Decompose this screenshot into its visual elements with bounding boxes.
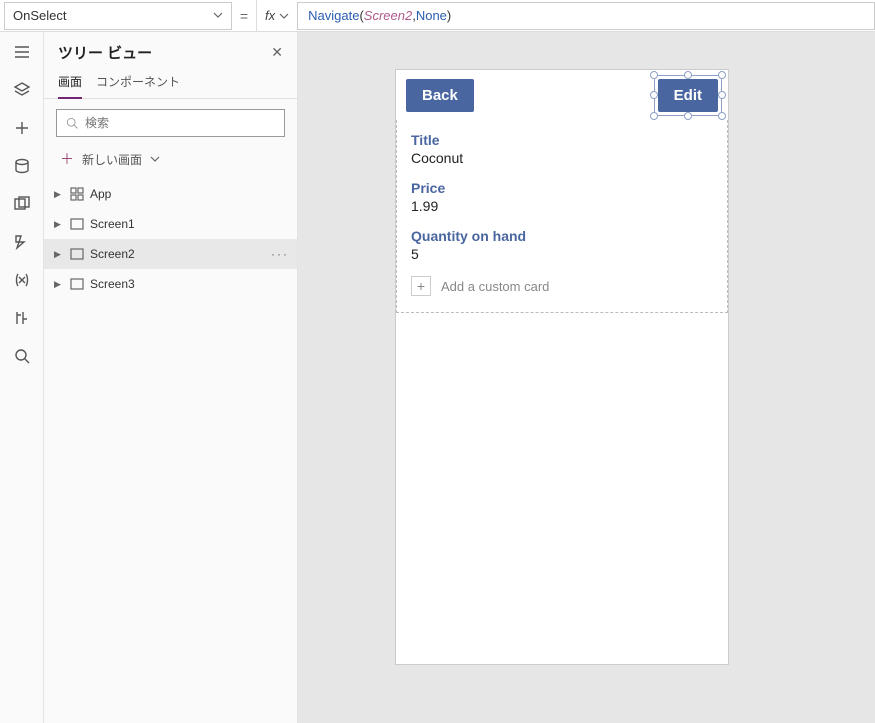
app-icon — [70, 187, 84, 201]
tree-tabs: 画面 コンポーネント — [44, 67, 297, 99]
card-label: Title — [411, 132, 713, 148]
edit-button-selected[interactable]: Edit — [658, 79, 718, 112]
tree-item-screen1[interactable]: ▶ Screen1 — [44, 209, 297, 239]
tree-item-screen3[interactable]: ▶ Screen3 — [44, 269, 297, 299]
hamburger-icon[interactable] — [12, 42, 32, 62]
more-icon[interactable]: ··· — [271, 247, 289, 261]
property-dropdown[interactable]: OnSelect — [4, 2, 232, 30]
search-icon[interactable] — [12, 346, 32, 366]
card-label: Price — [411, 180, 713, 196]
resize-handle[interactable] — [718, 71, 726, 79]
property-name: OnSelect — [13, 8, 66, 23]
fx-label: fx — [265, 8, 275, 23]
tree-item-label: App — [90, 187, 111, 201]
data-icon[interactable] — [12, 156, 32, 176]
close-icon[interactable]: ✕ — [271, 44, 283, 61]
resize-handle[interactable] — [684, 112, 692, 120]
screen-icon — [70, 277, 84, 291]
app-topbar: Back Edit — [396, 70, 728, 120]
chevron-right-icon: ▶ — [54, 219, 64, 230]
left-rail — [0, 32, 44, 723]
variable-icon[interactable] — [12, 270, 32, 290]
formula-fn: Navigate — [308, 8, 359, 23]
card-value: Coconut — [411, 150, 713, 166]
chevron-down-icon — [279, 11, 289, 21]
fx-button[interactable]: fx — [256, 0, 297, 31]
tab-components[interactable]: コンポーネント — [96, 67, 180, 98]
search-input[interactable] — [85, 116, 276, 130]
media-icon[interactable] — [12, 194, 32, 214]
resize-handle[interactable] — [650, 91, 658, 99]
tree-item-label: Screen1 — [90, 217, 135, 231]
tab-screens[interactable]: 画面 — [58, 67, 82, 98]
tree-item-screen2[interactable]: ▶ Screen2 ··· — [44, 239, 297, 269]
tools-icon[interactable] — [12, 308, 32, 328]
plus-icon: + — [411, 276, 431, 296]
plus-icon: ＋ — [60, 149, 74, 169]
tree-item-label: Screen3 — [90, 277, 135, 291]
add-card-label: Add a custom card — [441, 279, 549, 294]
new-screen-label: 新しい画面 — [82, 151, 142, 168]
search-icon — [65, 116, 79, 130]
tree-search[interactable] — [56, 109, 285, 137]
formula-arg2: None — [416, 8, 447, 23]
flow-icon[interactable] — [12, 232, 32, 252]
new-screen-button[interactable]: ＋ 新しい画面 — [44, 143, 297, 179]
resize-handle[interactable] — [684, 71, 692, 79]
card-label: Quantity on hand — [411, 228, 713, 244]
equals-label: = — [232, 8, 256, 24]
card-value: 1.99 — [411, 198, 713, 214]
chevron-down-icon — [150, 154, 160, 164]
canvas[interactable]: Back Edit Title Coconut — [298, 32, 875, 723]
tree-title: ツリー ビュー — [58, 42, 152, 63]
add-custom-card[interactable]: + Add a custom card — [411, 270, 713, 302]
resize-handle[interactable] — [718, 112, 726, 120]
chevron-down-icon — [213, 8, 223, 23]
card-quantity[interactable]: Quantity on hand 5 — [411, 222, 713, 270]
chevron-right-icon: ▶ — [54, 279, 64, 290]
card-title[interactable]: Title Coconut — [411, 126, 713, 174]
tree-item-app[interactable]: ▶ App — [44, 179, 297, 209]
chevron-right-icon: ▶ — [54, 189, 64, 200]
formula-input[interactable]: Navigate( Screen2, None ) — [297, 2, 875, 30]
back-button[interactable]: Back — [406, 79, 474, 112]
formula-arg1: Screen2 — [364, 8, 412, 23]
formula-bar: OnSelect = fx Navigate( Screen2, None ) — [0, 0, 875, 32]
resize-handle[interactable] — [650, 71, 658, 79]
detail-form[interactable]: Title Coconut Price 1.99 Quantity on han… — [396, 120, 728, 313]
app-screen[interactable]: Back Edit Title Coconut — [396, 70, 728, 664]
plus-icon[interactable] — [12, 118, 32, 138]
edit-button[interactable]: Edit — [658, 79, 718, 112]
card-value: 5 — [411, 246, 713, 262]
card-price[interactable]: Price 1.99 — [411, 174, 713, 222]
chevron-right-icon: ▶ — [54, 249, 64, 260]
resize-handle[interactable] — [718, 91, 726, 99]
tree-panel: ツリー ビュー ✕ 画面 コンポーネント ＋ 新しい画面 ▶ App ▶ — [44, 32, 298, 723]
screen-icon — [70, 217, 84, 231]
resize-handle[interactable] — [650, 112, 658, 120]
tree-list: ▶ App ▶ Screen1 ▶ Screen2 ··· ▶ Screen3 — [44, 179, 297, 723]
tree-item-label: Screen2 — [90, 247, 135, 261]
layers-icon[interactable] — [12, 80, 32, 100]
screen-icon — [70, 247, 84, 261]
